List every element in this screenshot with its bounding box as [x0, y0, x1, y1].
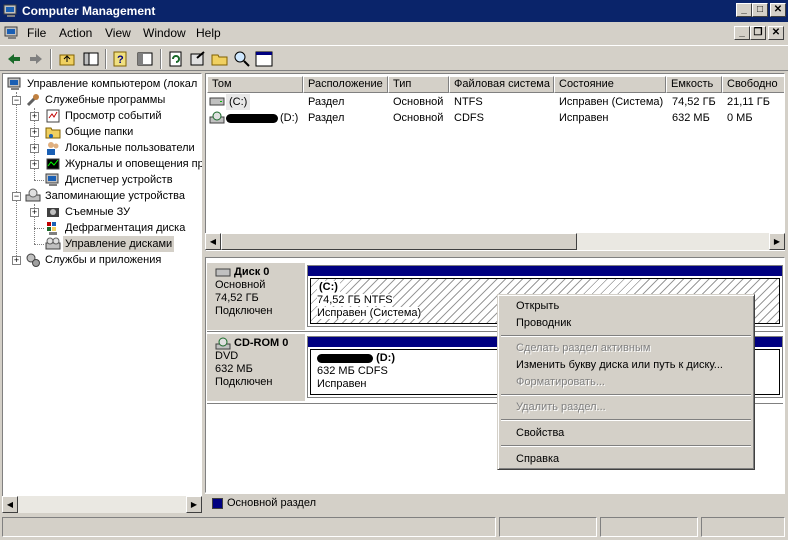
refresh-icon[interactable]: [166, 49, 186, 69]
collapse-icon[interactable]: −: [12, 96, 21, 105]
properties-icon[interactable]: [135, 49, 155, 69]
volume-list-horizontal-scrollbar[interactable]: ◀ ▶: [205, 233, 785, 250]
context-menu: Открыть Проводник Сделать раздел активны…: [497, 294, 755, 470]
status-cell-main: [2, 517, 496, 537]
disk-0-info[interactable]: Диск 0 Основной 74,52 ГБ Подключен: [207, 263, 305, 330]
search-icon[interactable]: [232, 49, 252, 69]
services-icon: [26, 253, 40, 267]
scroll-thumb[interactable]: [221, 233, 577, 250]
menu-view[interactable]: View: [105, 26, 131, 40]
menu-item-help[interactable]: Справка: [500, 451, 752, 468]
column-header-type[interactable]: Тип: [388, 76, 449, 93]
expand-icon[interactable]: +: [30, 160, 39, 169]
column-header-free[interactable]: Свободно: [722, 76, 784, 93]
window-title: Computer Management: [22, 4, 156, 18]
redacted-label: [226, 114, 278, 123]
volume-list[interactable]: Том Расположение Тип Файловая система Со…: [205, 73, 785, 251]
column-header-status[interactable]: Состояние: [554, 76, 666, 93]
menu-item-delete-partition[interactable]: Удалить раздел...: [500, 399, 752, 416]
disk-management-icon: [45, 237, 61, 250]
console-tree[interactable]: Управление компьютером (локал − Служебны…: [2, 73, 204, 513]
mdi-close-button[interactable]: ✕: [768, 26, 784, 40]
menu-item-change-drive-letter[interactable]: Изменить букву диска или путь к диску...: [500, 357, 752, 374]
hard-drive-icon: [209, 97, 225, 106]
event-viewer-icon: [46, 109, 60, 123]
expand-icon[interactable]: +: [30, 128, 39, 137]
scroll-left-icon[interactable]: ◀: [205, 233, 221, 250]
collapse-icon[interactable]: −: [12, 192, 21, 201]
menu-separator: [501, 445, 751, 447]
menu-item-explore[interactable]: Проводник: [500, 315, 752, 332]
tree-label: Управление компьютером (локал: [27, 78, 198, 90]
tree-horizontal-scrollbar[interactable]: ◀ ▶: [2, 496, 202, 513]
expand-icon[interactable]: +: [30, 144, 39, 153]
menu-help[interactable]: Help: [196, 26, 221, 40]
expand-icon[interactable]: +: [30, 112, 39, 121]
column-header-volume[interactable]: Том: [207, 76, 303, 93]
menu-action[interactable]: Action: [59, 26, 92, 40]
open-folder-icon[interactable]: [210, 49, 230, 69]
device-manager-icon: [45, 173, 59, 186]
forward-icon[interactable]: [26, 49, 46, 69]
toolbar: ?: [0, 45, 788, 71]
console-icon[interactable]: [254, 49, 274, 69]
shared-folders-icon: [45, 127, 61, 139]
menu-file[interactable]: File: [27, 26, 46, 40]
cd-drive-icon: [209, 111, 225, 124]
defrag-icon: [47, 222, 57, 235]
menu-item-mark-active[interactable]: Сделать раздел активным: [500, 340, 752, 357]
menu-separator: [501, 335, 751, 337]
tools-icon: [26, 94, 39, 107]
close-button[interactable]: ✕: [770, 3, 786, 17]
removable-storage-icon: [47, 208, 59, 217]
redacted-label: [317, 353, 373, 363]
cd-drive-icon: [215, 337, 231, 350]
scroll-left-icon[interactable]: ◀: [2, 496, 18, 513]
legend-label: Основной раздел: [227, 497, 316, 509]
status-cell: [600, 517, 698, 537]
mdi-minimize-button[interactable]: _: [734, 26, 750, 40]
computer-management-icon: [7, 77, 21, 90]
performance-logs-icon: [46, 158, 60, 170]
expand-icon[interactable]: +: [30, 208, 39, 217]
show-tree-icon[interactable]: [81, 49, 101, 69]
title-bar[interactable]: Computer Management _ □ ✕: [0, 0, 788, 22]
scroll-right-icon[interactable]: ▶: [769, 233, 785, 250]
column-header-layout[interactable]: Расположение: [303, 76, 388, 93]
hard-drive-icon: [215, 268, 231, 277]
export-icon[interactable]: [188, 49, 208, 69]
column-header-capacity[interactable]: Емкость: [666, 76, 722, 93]
column-header-filesystem[interactable]: Файловая система: [449, 76, 554, 93]
computer-management-icon: [3, 4, 17, 17]
back-icon[interactable]: [4, 49, 24, 69]
console-menu-icon[interactable]: [4, 25, 20, 41]
up-folder-icon[interactable]: [57, 49, 77, 69]
primary-partition-swatch: [212, 498, 223, 509]
help-icon[interactable]: ?: [111, 49, 131, 69]
menu-item-format[interactable]: Форматировать...: [500, 374, 752, 391]
mdi-restore-button[interactable]: ❐: [750, 26, 766, 40]
volume-name: (D:): [280, 112, 299, 124]
storage-icon: [25, 188, 41, 202]
volume-name: (C:): [226, 94, 251, 110]
scroll-right-icon[interactable]: ▶: [186, 496, 202, 513]
menu-item-open[interactable]: Открыть: [500, 298, 752, 315]
status-cell: [499, 517, 597, 537]
primary-partition-bar: [308, 266, 782, 276]
expand-icon[interactable]: +: [12, 256, 21, 265]
cdrom-0-info[interactable]: CD-ROM 0 DVD 632 МБ Подключен: [207, 334, 305, 401]
menu-item-properties[interactable]: Свойства: [500, 425, 752, 442]
minimize-button[interactable]: _: [736, 3, 752, 17]
status-bar: [0, 515, 788, 540]
svg-text:?: ?: [117, 54, 124, 66]
status-cell: [701, 517, 785, 537]
users-icon: [47, 142, 59, 155]
menu-bar: File Action View Window Help: [0, 22, 788, 44]
menu-separator: [501, 394, 751, 396]
maximize-button[interactable]: □: [752, 3, 768, 17]
legend-bar: Основной раздел: [205, 493, 785, 513]
menu-separator: [501, 419, 751, 421]
menu-window[interactable]: Window: [143, 26, 186, 40]
